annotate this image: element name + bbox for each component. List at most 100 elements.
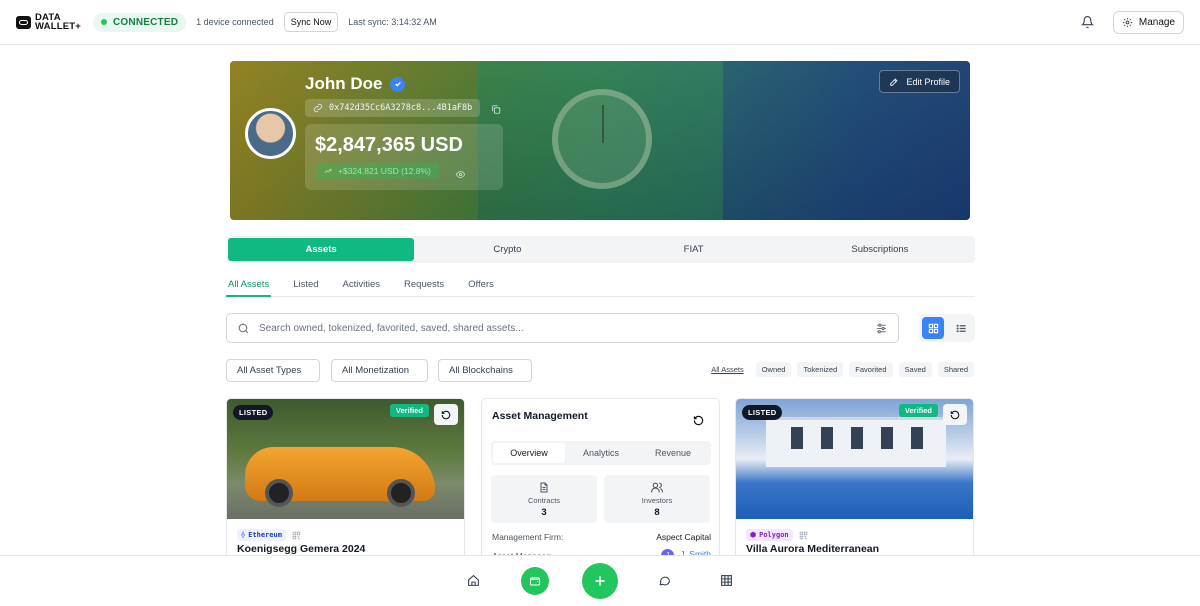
list-view-icon[interactable] (950, 317, 972, 339)
subtab-all-assets[interactable]: All Assets (226, 274, 272, 297)
watch-graphic (552, 89, 652, 189)
notifications-bell-icon[interactable] (1080, 15, 1095, 29)
search-bar[interactable]: Search owned, tokenized, favorited, save… (226, 313, 899, 343)
verified-badge: Verified (389, 404, 429, 417)
tab-assets[interactable]: Assets (228, 238, 415, 261)
tab-revenue[interactable]: Revenue (637, 443, 709, 463)
qr-code-icon[interactable] (292, 531, 301, 540)
polygon-icon: ⬢ (750, 531, 757, 539)
main-tabs: Assets Crypto FIAT Subscriptions (226, 236, 975, 263)
investors-stat: Investors 8 (604, 475, 710, 523)
tab-crypto[interactable]: Crypto (414, 238, 600, 261)
chip-owned[interactable]: Owned (755, 362, 792, 377)
top-bar: DATA WALLET+ CONNECTED 1 device connecte… (0, 0, 1200, 45)
sync-now-button[interactable]: Sync Now (283, 12, 339, 32)
refresh-icon[interactable] (943, 404, 967, 425)
view-toggle (919, 314, 975, 342)
home-icon[interactable] (467, 574, 480, 587)
chip-tokenized[interactable]: Tokenized (797, 362, 844, 377)
chain-name: Ethereum (248, 531, 282, 539)
asset-types-dropdown[interactable]: All Asset Types (226, 359, 320, 382)
edit-icon (890, 77, 898, 86)
balance-card: $2,847,365 USD +$324,821 USD (12.8%) (305, 124, 503, 190)
link-icon (313, 103, 323, 113)
profile-name: John Doe (305, 74, 383, 93)
row-value: Aspect Capital (656, 532, 711, 542)
filter-chips: All Assets Owned Tokenized Favorited Sav… (705, 362, 974, 377)
asset-card[interactable]: LISTED Verified ⟠ Ethereum Koenigsegg Ge… (226, 398, 465, 568)
status-dot-icon (101, 19, 107, 25)
listed-badge: LISTED (742, 405, 783, 420)
wallet-icon[interactable] (521, 567, 549, 595)
search-input[interactable]: Search owned, tokenized, favorited, save… (259, 323, 866, 334)
listed-badge: LISTED (233, 405, 274, 420)
asset-card[interactable]: LISTED Verified ⬢ Polygon Villa Aurora M… (735, 398, 974, 568)
subtab-activities[interactable]: Activities (341, 274, 382, 297)
avatar[interactable] (245, 108, 296, 159)
panel-title: Asset Management (492, 410, 588, 422)
chain-name: Polygon (759, 531, 789, 539)
balance-change: +$324,821 USD (12.8%) (338, 166, 431, 176)
chip-favorited[interactable]: Favorited (849, 362, 893, 377)
add-icon[interactable] (582, 563, 618, 599)
chip-all-assets[interactable]: All Assets (705, 362, 750, 377)
monetization-dropdown[interactable]: All Monetization (331, 359, 428, 382)
gear-icon (1122, 17, 1132, 27)
verified-badge: Verified (898, 404, 938, 417)
tab-overview[interactable]: Overview (493, 443, 565, 463)
chat-icon[interactable] (658, 574, 671, 587)
copy-address-icon[interactable] (491, 102, 501, 114)
ethereum-icon: ⟠ (241, 531, 246, 539)
stat-label: Investors (641, 495, 673, 505)
asset-management-panel: Asset Management Overview Analytics Reve… (481, 398, 720, 568)
sub-tabs: All Assets Listed Activities Requests Of… (226, 274, 975, 297)
management-tabs: Overview Analytics Revenue (491, 441, 711, 465)
eye-icon[interactable] (455, 166, 466, 178)
row-label: Management Firm: (492, 532, 564, 542)
connection-status-badge: CONNECTED (93, 12, 187, 32)
blockchains-dropdown[interactable]: All Blockchains (438, 359, 532, 382)
balance-change-badge: +$324,821 USD (12.8%) (315, 163, 439, 179)
logo-icon (16, 15, 31, 29)
search-icon (238, 323, 249, 333)
document-icon (540, 482, 548, 492)
subtab-offers[interactable]: Offers (466, 274, 496, 297)
devices-connected: 1 device connected (196, 17, 274, 27)
bottom-nav (0, 555, 1200, 606)
tab-analytics[interactable]: Analytics (565, 443, 637, 463)
refresh-icon[interactable] (693, 413, 705, 426)
chain-badge: ⟠ Ethereum (237, 529, 286, 541)
table-icon[interactable] (720, 574, 733, 587)
stat-value: 8 (654, 506, 660, 518)
management-firm-row: Management Firm: Aspect Capital (492, 532, 711, 542)
manage-button[interactable]: Manage (1112, 10, 1184, 34)
contracts-stat: Contracts 3 (491, 475, 597, 523)
manage-label: Manage (1138, 16, 1175, 28)
wallet-address: 0x742d35Cc6A3278c8...4B1aF8b (329, 103, 473, 113)
subtab-listed[interactable]: Listed (291, 274, 320, 297)
edit-profile-label: Edit Profile (906, 76, 950, 87)
tab-fiat[interactable]: FIAT (601, 238, 787, 261)
edit-profile-button[interactable]: Edit Profile (879, 70, 960, 93)
logo-line-2: WALLET+ (35, 21, 81, 32)
asset-title: Villa Aurora Mediterranean (746, 543, 880, 555)
trending-up-icon (324, 168, 332, 173)
chip-saved[interactable]: Saved (898, 362, 932, 377)
profile-hero: John Doe 0x742d35Cc6A3278c8...4B1aF8b $2… (230, 61, 970, 220)
last-sync-time: Last sync: 3:14:32 AM (348, 17, 437, 27)
wallet-address-pill: 0x742d35Cc6A3278c8...4B1aF8b (305, 99, 481, 117)
refresh-icon[interactable] (434, 404, 458, 425)
stat-label: Contracts (527, 495, 561, 505)
chip-shared[interactable]: Shared (937, 362, 974, 377)
grid-view-icon[interactable] (922, 317, 944, 339)
hero-watch-photo (478, 61, 723, 220)
subtab-requests[interactable]: Requests (402, 274, 446, 297)
verified-check-icon (390, 76, 406, 92)
qr-code-icon[interactable] (799, 531, 808, 540)
tab-subscriptions[interactable]: Subscriptions (787, 238, 973, 261)
logo: DATA WALLET+ (16, 13, 81, 31)
stat-value: 3 (541, 506, 547, 518)
total-balance: $2,847,365 USD (315, 134, 463, 156)
asset-title: Koenigsegg Gemera 2024 (237, 543, 366, 555)
filter-sliders-icon[interactable] (875, 322, 888, 335)
